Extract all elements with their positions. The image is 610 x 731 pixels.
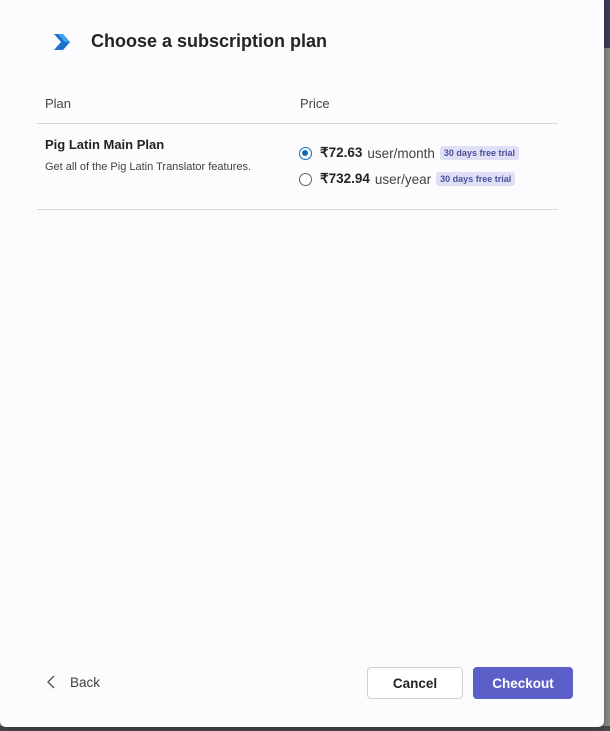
subscription-dialog: Choose a subscription plan Plan Price Pi… (0, 0, 604, 727)
back-label: Back (70, 674, 101, 690)
trial-badge-yearly: 30 days free trial (436, 172, 516, 186)
radio-yearly[interactable] (299, 172, 312, 186)
price-option-monthly[interactable]: ₹72.63 user/month 30 days free trial (299, 145, 519, 161)
column-header-plan: Plan (45, 96, 72, 111)
price-unit-yearly: user/year (374, 171, 432, 187)
trial-badge-monthly: 30 days free trial (439, 146, 519, 160)
header-divider (37, 123, 558, 124)
table-divider (37, 209, 558, 210)
plan-name: Pig Latin Main Plan (45, 137, 165, 152)
price-amount-monthly: ₹72.63 (320, 145, 363, 160)
back-button[interactable]: Back (46, 674, 100, 690)
price-amount-yearly: ₹732.94 (320, 171, 370, 186)
plan-description: Get all of the Pig Latin Translator feat… (45, 161, 252, 173)
radio-monthly[interactable] (299, 146, 312, 160)
app-logo-icon (54, 34, 70, 50)
chevron-left-icon (47, 675, 55, 689)
cancel-button[interactable]: Cancel (367, 667, 463, 699)
column-header-price: Price (300, 96, 330, 111)
price-unit-monthly: user/month (367, 145, 435, 161)
checkout-button[interactable]: Checkout (473, 667, 573, 699)
dialog-title: Choose a subscription plan (91, 31, 328, 51)
price-option-yearly[interactable]: ₹732.94 user/year 30 days free trial (299, 171, 516, 187)
